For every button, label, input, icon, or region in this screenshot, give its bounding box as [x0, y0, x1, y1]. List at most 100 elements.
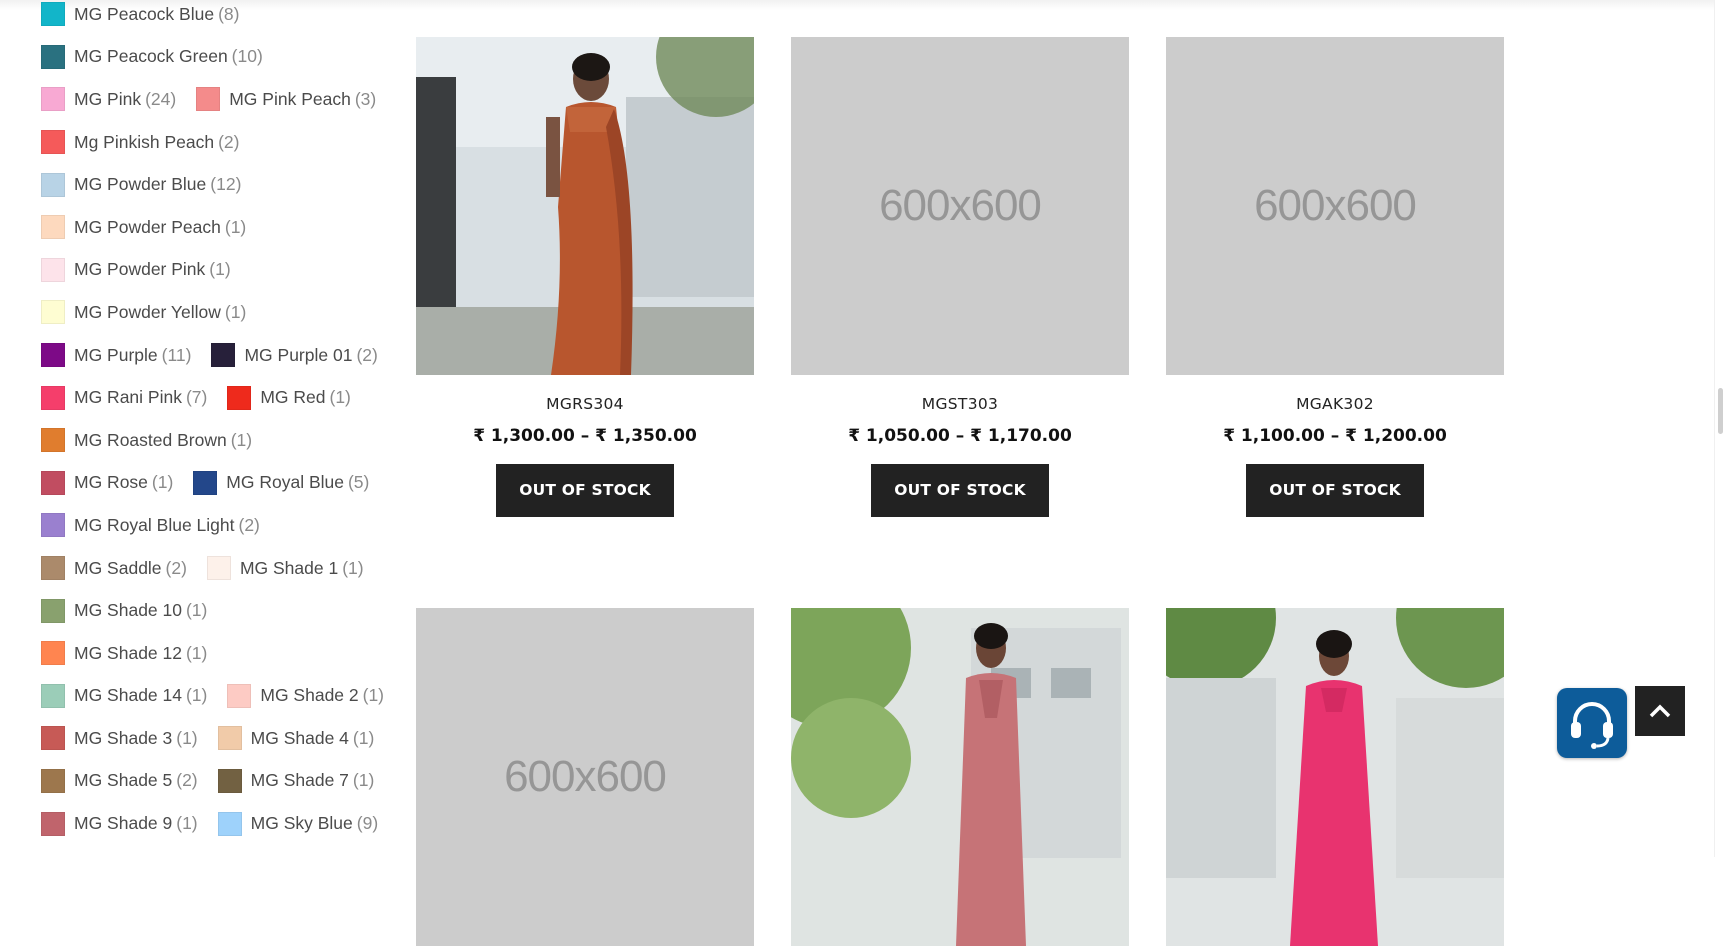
color-filter-label[interactable]: MG Shade 4 — [251, 728, 349, 749]
color-filter-label[interactable]: MG Shade 5 — [74, 770, 172, 791]
color-filter-label[interactable]: MG Saddle — [74, 558, 162, 579]
page-scrollbar[interactable] — [1714, 0, 1727, 857]
color-filter-option[interactable]: MG Powder Yellow (1) — [41, 300, 246, 325]
color-swatch[interactable] — [227, 385, 252, 410]
color-swatch[interactable] — [41, 2, 65, 27]
product-image[interactable] — [416, 37, 754, 375]
color-filter-label[interactable]: MG Sky Blue — [251, 813, 353, 834]
color-filter-option[interactable]: MG Shade 2 (1) — [227, 683, 384, 708]
color-filter-label[interactable]: MG Powder Blue — [74, 174, 206, 195]
product-card[interactable]: 600x600 MGAK302 ₹ 1,100.00 – ₹ 1,200.00 … — [1166, 37, 1504, 517]
product-card[interactable]: MGRS304 ₹ 1,300.00 – ₹ 1,350.00 OUT OF S… — [416, 37, 754, 517]
scrollbar-thumb[interactable] — [1718, 388, 1723, 434]
product-name[interactable]: MGST303 — [791, 395, 1129, 413]
color-swatch[interactable] — [41, 513, 65, 538]
color-swatch[interactable] — [196, 87, 221, 112]
product-name[interactable]: MGRS304 — [416, 395, 754, 413]
color-swatch[interactable] — [217, 768, 242, 793]
color-filter-label[interactable]: MG Shade 9 — [74, 813, 172, 834]
color-filter-label[interactable]: MG Royal Blue — [226, 472, 344, 493]
color-filter-label[interactable]: MG Shade 2 — [260, 685, 358, 706]
color-swatch[interactable] — [41, 598, 65, 623]
color-filter-label[interactable]: MG Rani Pink — [74, 387, 182, 408]
color-filter-label[interactable]: MG Shade 14 — [74, 685, 182, 706]
color-swatch[interactable] — [41, 130, 65, 155]
color-swatch[interactable] — [41, 87, 65, 112]
color-filter-option[interactable]: MG Pink Peach (3) — [196, 87, 376, 112]
product-image-placeholder[interactable]: 600x600 — [416, 608, 754, 946]
support-chat-button[interactable] — [1557, 688, 1627, 758]
color-filter-option[interactable]: MG Shade 10 (1) — [41, 598, 207, 623]
color-swatch[interactable] — [41, 257, 65, 282]
color-filter-option[interactable]: Mg Pinkish Peach (2) — [41, 130, 239, 155]
color-filter-option[interactable]: MG Shade 14 (1) — [41, 683, 207, 708]
color-filter-option[interactable]: MG Shade 9 (1) — [41, 811, 198, 836]
color-filter-label[interactable]: MG Roasted Brown — [74, 430, 227, 451]
color-swatch[interactable] — [41, 215, 65, 240]
color-swatch[interactable] — [193, 470, 218, 495]
product-card[interactable]: 600x600 — [416, 608, 754, 946]
color-filter-label[interactable]: Mg Pinkish Peach — [74, 132, 214, 153]
color-swatch[interactable] — [41, 641, 65, 666]
color-filter-label[interactable]: MG Powder Peach — [74, 217, 221, 238]
color-filter-option[interactable]: MG Shade 1 (1) — [206, 556, 364, 581]
color-filter-option[interactable]: MG Saddle (2) — [41, 556, 187, 581]
color-filter-label[interactable]: MG Shade 7 — [251, 770, 349, 791]
color-filter-label[interactable]: MG Pink — [74, 89, 141, 110]
color-swatch[interactable] — [41, 343, 65, 368]
color-filter-label[interactable]: MG Peacock Green — [74, 46, 228, 67]
color-swatch[interactable] — [211, 343, 236, 368]
product-card[interactable] — [1166, 608, 1504, 946]
color-filter-option[interactable]: MG Peacock Green (10) — [41, 44, 263, 69]
color-filter-option[interactable]: MG Sky Blue (9) — [217, 811, 378, 836]
product-card[interactable]: 600x600 MGST303 ₹ 1,050.00 – ₹ 1,170.00 … — [791, 37, 1129, 517]
product-image[interactable] — [1166, 608, 1504, 946]
color-swatch[interactable] — [206, 556, 231, 581]
color-filter-label[interactable]: MG Red — [260, 387, 325, 408]
product-card[interactable] — [791, 608, 1129, 946]
color-filter-label[interactable]: MG Powder Yellow — [74, 302, 221, 323]
color-filter-option[interactable]: MG Shade 7 (1) — [217, 768, 374, 793]
color-swatch[interactable] — [41, 428, 65, 453]
product-image[interactable] — [791, 608, 1129, 946]
color-filter-option[interactable]: MG Pink (24) — [41, 87, 176, 112]
color-filter-option[interactable]: MG Shade 4 (1) — [217, 726, 374, 751]
color-filter-option[interactable]: MG Rani Pink (7) — [41, 385, 207, 410]
color-filter-option[interactable]: MG Peacock Blue (8) — [41, 2, 239, 27]
color-filter-option[interactable]: MG Purple (11) — [41, 343, 191, 368]
color-filter-label[interactable]: MG Shade 3 — [74, 728, 172, 749]
color-swatch[interactable] — [227, 683, 252, 708]
color-swatch[interactable] — [41, 768, 65, 793]
out-of-stock-button[interactable]: OUT OF STOCK — [496, 464, 674, 517]
out-of-stock-button[interactable]: OUT OF STOCK — [871, 464, 1049, 517]
color-filter-label[interactable]: MG Shade 1 — [240, 558, 338, 579]
product-name[interactable]: MGAK302 — [1166, 395, 1504, 413]
color-swatch[interactable] — [217, 726, 242, 751]
color-swatch[interactable] — [41, 300, 65, 325]
color-filter-label[interactable]: MG Purple — [74, 345, 158, 366]
color-swatch[interactable] — [41, 470, 65, 495]
color-swatch[interactable] — [41, 385, 65, 410]
color-filter-label[interactable]: MG Rose — [74, 472, 148, 493]
color-filter-label[interactable]: MG Shade 12 — [74, 643, 182, 664]
color-swatch[interactable] — [41, 811, 65, 836]
color-filter-option[interactable]: MG Powder Blue (12) — [41, 172, 241, 197]
color-swatch[interactable] — [41, 556, 65, 581]
product-image-placeholder[interactable]: 600x600 — [1166, 37, 1504, 375]
scroll-to-top-button[interactable] — [1635, 686, 1685, 736]
color-swatch[interactable] — [41, 726, 65, 751]
color-filter-option[interactable]: MG Royal Blue Light (2) — [41, 513, 260, 538]
color-filter-option[interactable]: MG Powder Pink (1) — [41, 257, 231, 282]
out-of-stock-button[interactable]: OUT OF STOCK — [1246, 464, 1424, 517]
color-filter-label[interactable]: MG Powder Pink — [74, 259, 205, 280]
color-filter-option[interactable]: MG Royal Blue (5) — [193, 470, 369, 495]
color-swatch[interactable] — [41, 44, 65, 69]
color-filter-label[interactable]: MG Shade 10 — [74, 600, 182, 621]
color-filter-label[interactable]: MG Peacock Blue — [74, 4, 214, 25]
color-filter-option[interactable]: MG Shade 5 (2) — [41, 768, 198, 793]
color-filter-option[interactable]: MG Rose (1) — [41, 470, 173, 495]
color-filter-option[interactable]: MG Roasted Brown (1) — [41, 428, 252, 453]
color-filter-option[interactable]: MG Powder Peach (1) — [41, 215, 246, 240]
color-swatch[interactable] — [41, 172, 65, 197]
color-filter-option[interactable]: MG Shade 3 (1) — [41, 726, 198, 751]
